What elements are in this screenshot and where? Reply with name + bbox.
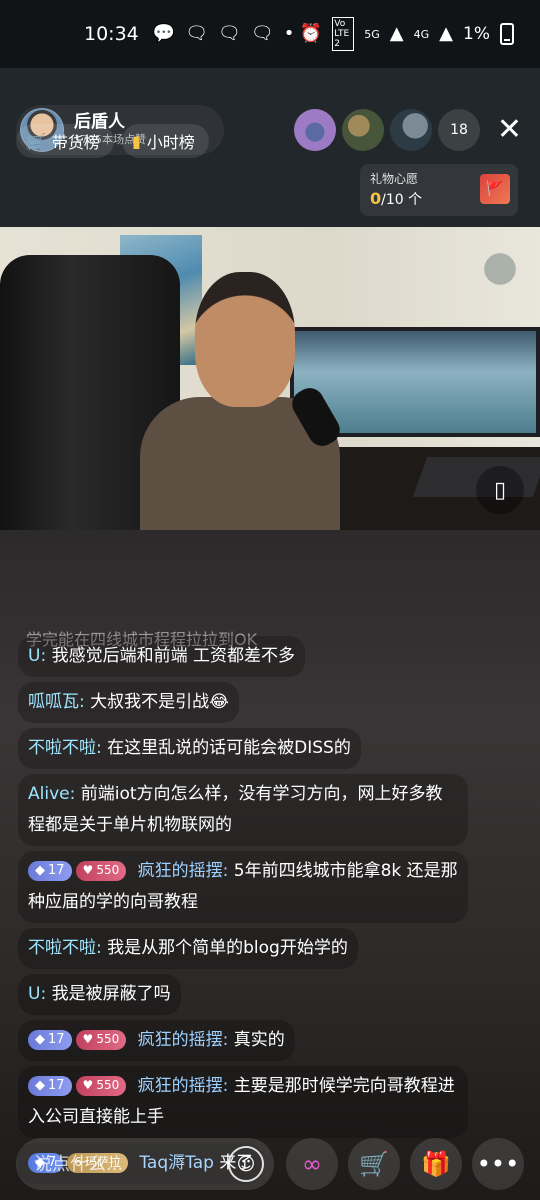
chat-message[interactable]: 不啦不啦: 我是从那个简单的blog开始学的 <box>18 928 358 969</box>
close-icon[interactable]: ✕ <box>497 115 522 145</box>
chat-message[interactable]: Alive: 前端iot方向怎么样，没有学习方向，网上好多教程都是关于单片机物联… <box>18 774 468 846</box>
chat-text: 我是从那个简单的blog开始学的 <box>107 938 348 958</box>
chat-username[interactable]: 不啦不啦: <box>28 938 102 958</box>
link-button[interactable]: ∞ <box>286 1138 338 1190</box>
user-level-badge: ◆ 17 <box>28 1075 72 1096</box>
signal-icon: ▲ <box>439 23 454 44</box>
chat-message[interactable]: 不啦不啦: 在这里乱说的话可能会被DISS的 <box>18 728 361 769</box>
wish-current: 0 <box>370 189 382 208</box>
status-time: 10:34 <box>84 23 139 45</box>
cart-button[interactable]: 🛒 <box>348 1138 400 1190</box>
fan-number: 550 <box>96 1078 120 1092</box>
chat-message[interactable]: 呱呱瓦: 大叔我不是引战😂 <box>18 682 240 723</box>
chat-text: 我感觉后端和前端 工资都差不多 <box>51 646 295 666</box>
volte-icon: Vo LTE 2 <box>332 17 355 51</box>
battery-icon <box>500 23 514 45</box>
rotate-screen-icon[interactable]: ▯ <box>476 466 524 514</box>
chat-message[interactable]: ◆ 17 ♥ 550 疯狂的摇摆: 5年前四线城市能拿8k 还是那种应届的学的向哥教程 <box>18 851 468 923</box>
level-number: 17 <box>48 1032 65 1047</box>
viewer-avatar[interactable] <box>342 109 384 151</box>
status-bar: 10:34 💬 🗨 🗨 🗨 • ⏰ Vo LTE 2 5G ▲ 4G ▲ 1% <box>0 0 540 68</box>
viewer-avatar[interactable] <box>390 109 432 151</box>
flag-icon: 🚩 <box>480 174 510 204</box>
chat-username[interactable]: Alive: <box>28 784 75 804</box>
diamond-icon: ◆ <box>35 1032 45 1047</box>
chat-username[interactable]: 疯狂的摇摆: <box>138 861 229 881</box>
rank-row: 🛒 带货榜 ▮ 小时榜 <box>16 124 209 158</box>
heart-icon: ♥ <box>82 1032 94 1046</box>
chat-text: 大叔我不是引战😂 <box>90 692 230 712</box>
heart-icon: ♥ <box>82 1078 94 1092</box>
deer-decoration <box>470 227 530 297</box>
chat-text: 真实的 <box>233 1030 285 1050</box>
bottom-bar: ☺ ∞ 🛒 🎁 ••• <box>0 1138 540 1190</box>
cart-icon: 🛒 <box>26 131 46 151</box>
fan-badge: ♥ 550 <box>75 860 127 881</box>
user-level-badge: ◆ 17 <box>28 860 72 881</box>
viewer-count[interactable]: 18 <box>438 109 480 151</box>
gift-wish-card[interactable]: 礼物心愿 0/10 个 🚩 <box>360 164 518 216</box>
dot-indicator: • <box>283 23 295 44</box>
chat-bubble-icon: 💬 <box>152 23 176 44</box>
level-number: 17 <box>48 863 65 878</box>
notification-icons: 💬 🗨 🗨 🗨 • <box>153 25 295 43</box>
fan-badge: ♥ 550 <box>75 1075 127 1096</box>
signal-icon: ▲ <box>389 23 404 44</box>
chat-username[interactable]: 呱呱瓦: <box>28 692 85 712</box>
emoji-icon[interactable]: ☺ <box>228 1146 264 1182</box>
hour-rank-button[interactable]: ▮ 小时榜 <box>121 124 209 158</box>
chat-text: 在这里乱说的话可能会被DISS的 <box>107 738 351 758</box>
chat-username[interactable]: U: <box>28 646 46 666</box>
wechat-icon: 🗨 <box>218 23 241 44</box>
wechat-icon: 🗨 <box>185 23 209 44</box>
chat-username[interactable]: 疯狂的摇摆: <box>138 1030 229 1050</box>
heart-icon: ♥ <box>82 863 94 877</box>
chat-username[interactable]: 疯狂的摇摆: <box>138 1076 229 1096</box>
hour-rank-label: 小时榜 <box>146 133 195 152</box>
diamond-icon: ◆ <box>35 863 45 878</box>
wechat-icon: 🗨 <box>250 23 274 44</box>
sales-rank-label: 带货榜 <box>51 133 100 152</box>
network-4g-icon: 4G <box>413 27 430 41</box>
diamond-icon: ◆ <box>35 1078 45 1093</box>
fan-number: 550 <box>96 1032 120 1046</box>
chat-text: 前端iot方向怎么样，没有学习方向，网上好多教程都是关于单片机物联网的 <box>28 784 443 835</box>
bar-chart-icon: ▮ <box>131 131 141 151</box>
chat-text: 我是被屏蔽了吗 <box>51 984 171 1004</box>
sales-rank-button[interactable]: 🛒 带货榜 <box>16 124 114 158</box>
live-header: 后盾人 1795本场点赞 18 ✕ 🛒 带货榜 ▮ 小时榜 礼物心愿 0/10 … <box>0 68 540 228</box>
chat-message[interactable]: ◆ 17 ♥ 550 疯狂的摇摆: 真实的 <box>18 1020 295 1061</box>
network-5g-icon: 5G <box>364 27 380 41</box>
wish-total: /10 个 <box>381 192 423 208</box>
viewer-avatars[interactable]: 18 <box>294 109 480 151</box>
viewer-avatar[interactable] <box>294 109 336 151</box>
user-level-badge: ◆ 17 <box>28 1029 72 1050</box>
level-number: 17 <box>48 1078 65 1093</box>
fan-badge: ♥ 550 <box>75 1029 127 1050</box>
chat-list: U: 我感觉后端和前端 工资都差不多 呱呱瓦: 大叔我不是引战😂 不啦不啦: 在… <box>18 636 468 1189</box>
chat-message[interactable]: ◆ 17 ♥ 550 疯狂的摇摆: 主要是那时候学完向哥教程进入公司直接能上手 <box>18 1066 468 1138</box>
chat-username[interactable]: 不啦不啦: <box>28 738 102 758</box>
gift-button[interactable]: 🎁 <box>410 1138 462 1190</box>
alarm-icon: ⏰ <box>299 23 323 44</box>
status-right: ⏰ Vo LTE 2 5G ▲ 4G ▲ 1% <box>300 17 514 51</box>
battery-percent: 1% <box>463 24 490 44</box>
more-button[interactable]: ••• <box>472 1138 524 1190</box>
chat-message[interactable]: U: 我是被屏蔽了吗 <box>18 974 181 1015</box>
live-video[interactable]: ▯ <box>0 227 540 530</box>
chat-username[interactable]: U: <box>28 984 46 1004</box>
fan-number: 550 <box>96 863 120 877</box>
streamer-head <box>195 272 295 407</box>
chat-message[interactable]: U: 我感觉后端和前端 工资都差不多 <box>18 636 305 677</box>
